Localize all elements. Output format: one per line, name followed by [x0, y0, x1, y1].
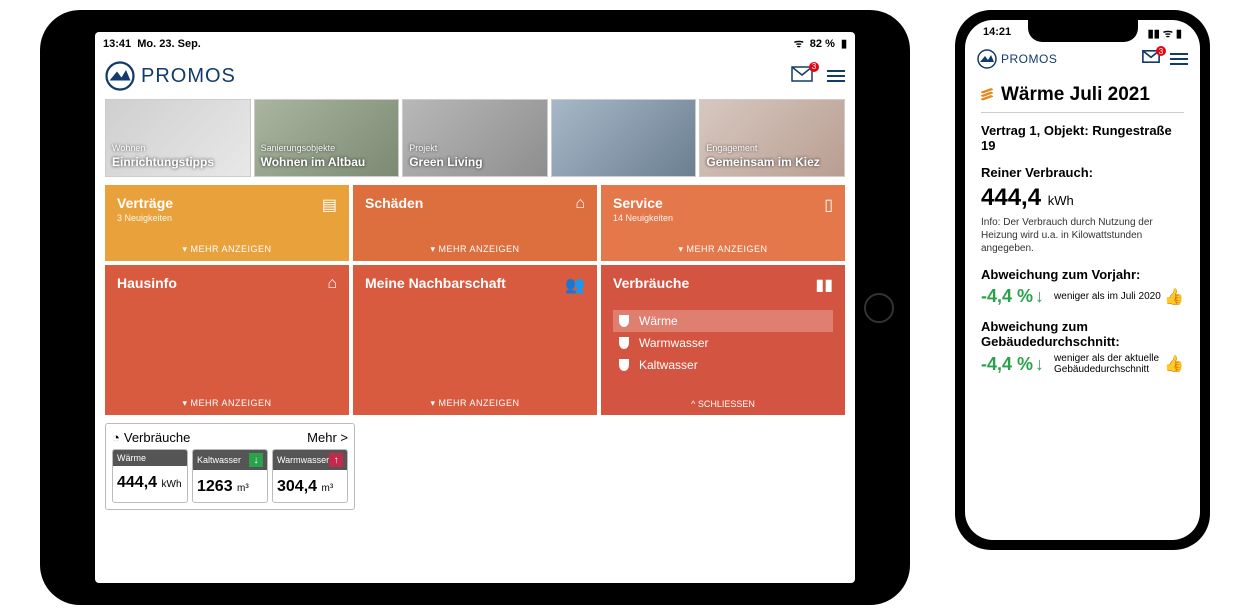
banner-row: Wohnen Einrichtungstipps Sanierungsobjek… — [95, 99, 855, 177]
status-date: Mo. 23. Sep. — [137, 38, 201, 50]
status-time: 14:21 — [983, 26, 1011, 41]
consumption-widget: ◔ Verbräuche Mehr > Wärme 444,4 kWh Kalt… — [105, 423, 355, 510]
trend-up-icon: ↑ — [329, 453, 343, 467]
expand-button[interactable]: ▾ MEHR ANZEIGEN — [117, 398, 337, 409]
status-bar: 13:41 Mo. 23. Sep. ᯤ 82 % ▮ — [95, 32, 855, 55]
dev1-label: Abweichung zum Vorjahr: — [981, 267, 1184, 282]
list-item[interactable]: Wärme — [613, 310, 833, 332]
logo-icon — [105, 61, 135, 91]
tile-vertraege[interactable]: Verträge 3 Neuigkeiten ▤ ▾ MEHR ANZEIGEN — [105, 185, 349, 261]
banner-card[interactable] — [551, 99, 697, 177]
phone-frame: 14:21 ▮▮ ᯤ ▮ PROMOS 3 — [955, 10, 1210, 550]
arrow-down-icon: ↓ — [1035, 286, 1044, 307]
trend-down-icon: ↓ — [249, 453, 263, 467]
app-header: PROMOS 3 — [965, 43, 1200, 75]
thumbs-up-icon: 👍 — [1164, 287, 1184, 307]
app-header: PROMOS 3 — [95, 55, 855, 97]
status-icons: ▮▮ ᯤ ▮ — [1148, 26, 1182, 41]
chart-icon: ▮▮ — [815, 275, 833, 295]
banner-card[interactable]: Projekt Green Living — [402, 99, 548, 177]
status-time: 13:41 — [103, 38, 131, 50]
page-title: ꠵ Wärme Juli 2021 — [981, 83, 1184, 106]
mail-button[interactable]: 3 — [791, 66, 813, 87]
list-item[interactable]: Kaltwasser — [613, 354, 833, 376]
info-text: Info: Der Verbrauch durch Nutzung der He… — [981, 216, 1184, 255]
arrow-down-icon: ↓ — [1035, 354, 1044, 375]
battery-icon: ▮ — [841, 38, 847, 50]
widget-card[interactable]: Wärme 444,4 kWh — [112, 449, 188, 503]
house-icon: ⌂ — [327, 275, 337, 293]
expand-button[interactable]: ▾ MEHR ANZEIGEN — [365, 244, 585, 255]
battery-pct: 82 % — [810, 38, 835, 50]
heat-icon: ꠵ — [981, 83, 993, 106]
phone-notch — [1028, 20, 1138, 42]
tile-grid: Verträge 3 Neuigkeiten ▤ ▾ MEHR ANZEIGEN… — [95, 177, 855, 423]
menu-button[interactable] — [1170, 53, 1188, 65]
list-item[interactable]: Warmwasser — [613, 332, 833, 354]
tile-nachbarschaft[interactable]: Meine Nachbarschaft 👥 ▾ MEHR ANZEIGEN — [353, 265, 597, 415]
wifi-icon: ᯤ — [794, 38, 804, 50]
tablet-screen: 13:41 Mo. 23. Sep. ᯤ 82 % ▮ PROMOS — [95, 32, 855, 583]
expand-button[interactable]: ▾ MEHR ANZEIGEN — [613, 244, 833, 255]
phone-screen: 14:21 ▮▮ ᯤ ▮ PROMOS 3 — [965, 20, 1200, 540]
mail-button[interactable]: 3 — [1142, 50, 1160, 68]
brand-logo[interactable]: PROMOS — [105, 61, 236, 91]
widget-card[interactable]: Kaltwasser ↓ 1263 m³ — [192, 449, 268, 503]
document-icon: ▤ — [322, 195, 337, 215]
tile-schaeden[interactable]: Schäden ⌂ ▾ MEHR ANZEIGEN — [353, 185, 597, 261]
thumbs-up-icon: 👍 — [1164, 354, 1184, 374]
tile-verbraeuche[interactable]: Verbräuche ▮▮ Wärme Warmwasser Kaltwasse… — [601, 265, 845, 415]
dev1-row: -4,4 %↓ weniger als im Juli 2020 👍 — [981, 286, 1184, 307]
expand-button[interactable]: ▾ MEHR ANZEIGEN — [117, 244, 337, 255]
contract-line: Vertrag 1, Objekt: Rungestraße 19 — [981, 123, 1184, 153]
tile-service[interactable]: Service 14 Neuigkeiten ▯ ▾ MEHR ANZEIGEN — [601, 185, 845, 261]
tablet-home-button[interactable] — [864, 293, 894, 323]
menu-button[interactable] — [827, 70, 845, 82]
consumption-list: Wärme Warmwasser Kaltwasser — [613, 310, 833, 376]
widget-card[interactable]: Warmwasser ↑ 304,4 m³ — [272, 449, 348, 503]
brand-text: PROMOS — [141, 65, 236, 88]
people-icon: 👥 — [565, 275, 585, 295]
page-body: ꠵ Wärme Juli 2021 Vertrag 1, Objekt: Run… — [965, 75, 1200, 391]
meter-icon: ◔ — [112, 430, 120, 445]
brand-logo[interactable]: PROMOS — [977, 49, 1057, 69]
dev2-label: Abweichung zum Gebäudedurchschnitt: — [981, 319, 1184, 349]
mail-badge: 3 — [809, 62, 819, 72]
banner-card[interactable]: Engagement Gemeinsam im Kiez — [699, 99, 845, 177]
banner-card[interactable]: Sanierungsobjekte Wohnen im Altbau — [254, 99, 400, 177]
consumption-value: 444,4 kWh — [981, 184, 1184, 212]
dev2-row: -4,4 %↓ weniger als der aktuelle Gebäude… — [981, 353, 1184, 375]
tablet-frame: 13:41 Mo. 23. Sep. ᯤ 82 % ▮ PROMOS — [40, 10, 910, 605]
wrench-icon: ⌂ — [575, 195, 585, 213]
collapse-button[interactable]: ^ SCHLIESSEN — [613, 399, 833, 409]
tile-hausinfo[interactable]: Hausinfo ⌂ ▾ MEHR ANZEIGEN — [105, 265, 349, 415]
label-reiner: Reiner Verbrauch: — [981, 165, 1184, 180]
more-link[interactable]: Mehr > — [307, 430, 348, 445]
card-icon: ▯ — [824, 195, 833, 215]
banner-card[interactable]: Wohnen Einrichtungstipps — [105, 99, 251, 177]
logo-icon — [977, 49, 997, 69]
expand-button[interactable]: ▾ MEHR ANZEIGEN — [365, 398, 585, 409]
